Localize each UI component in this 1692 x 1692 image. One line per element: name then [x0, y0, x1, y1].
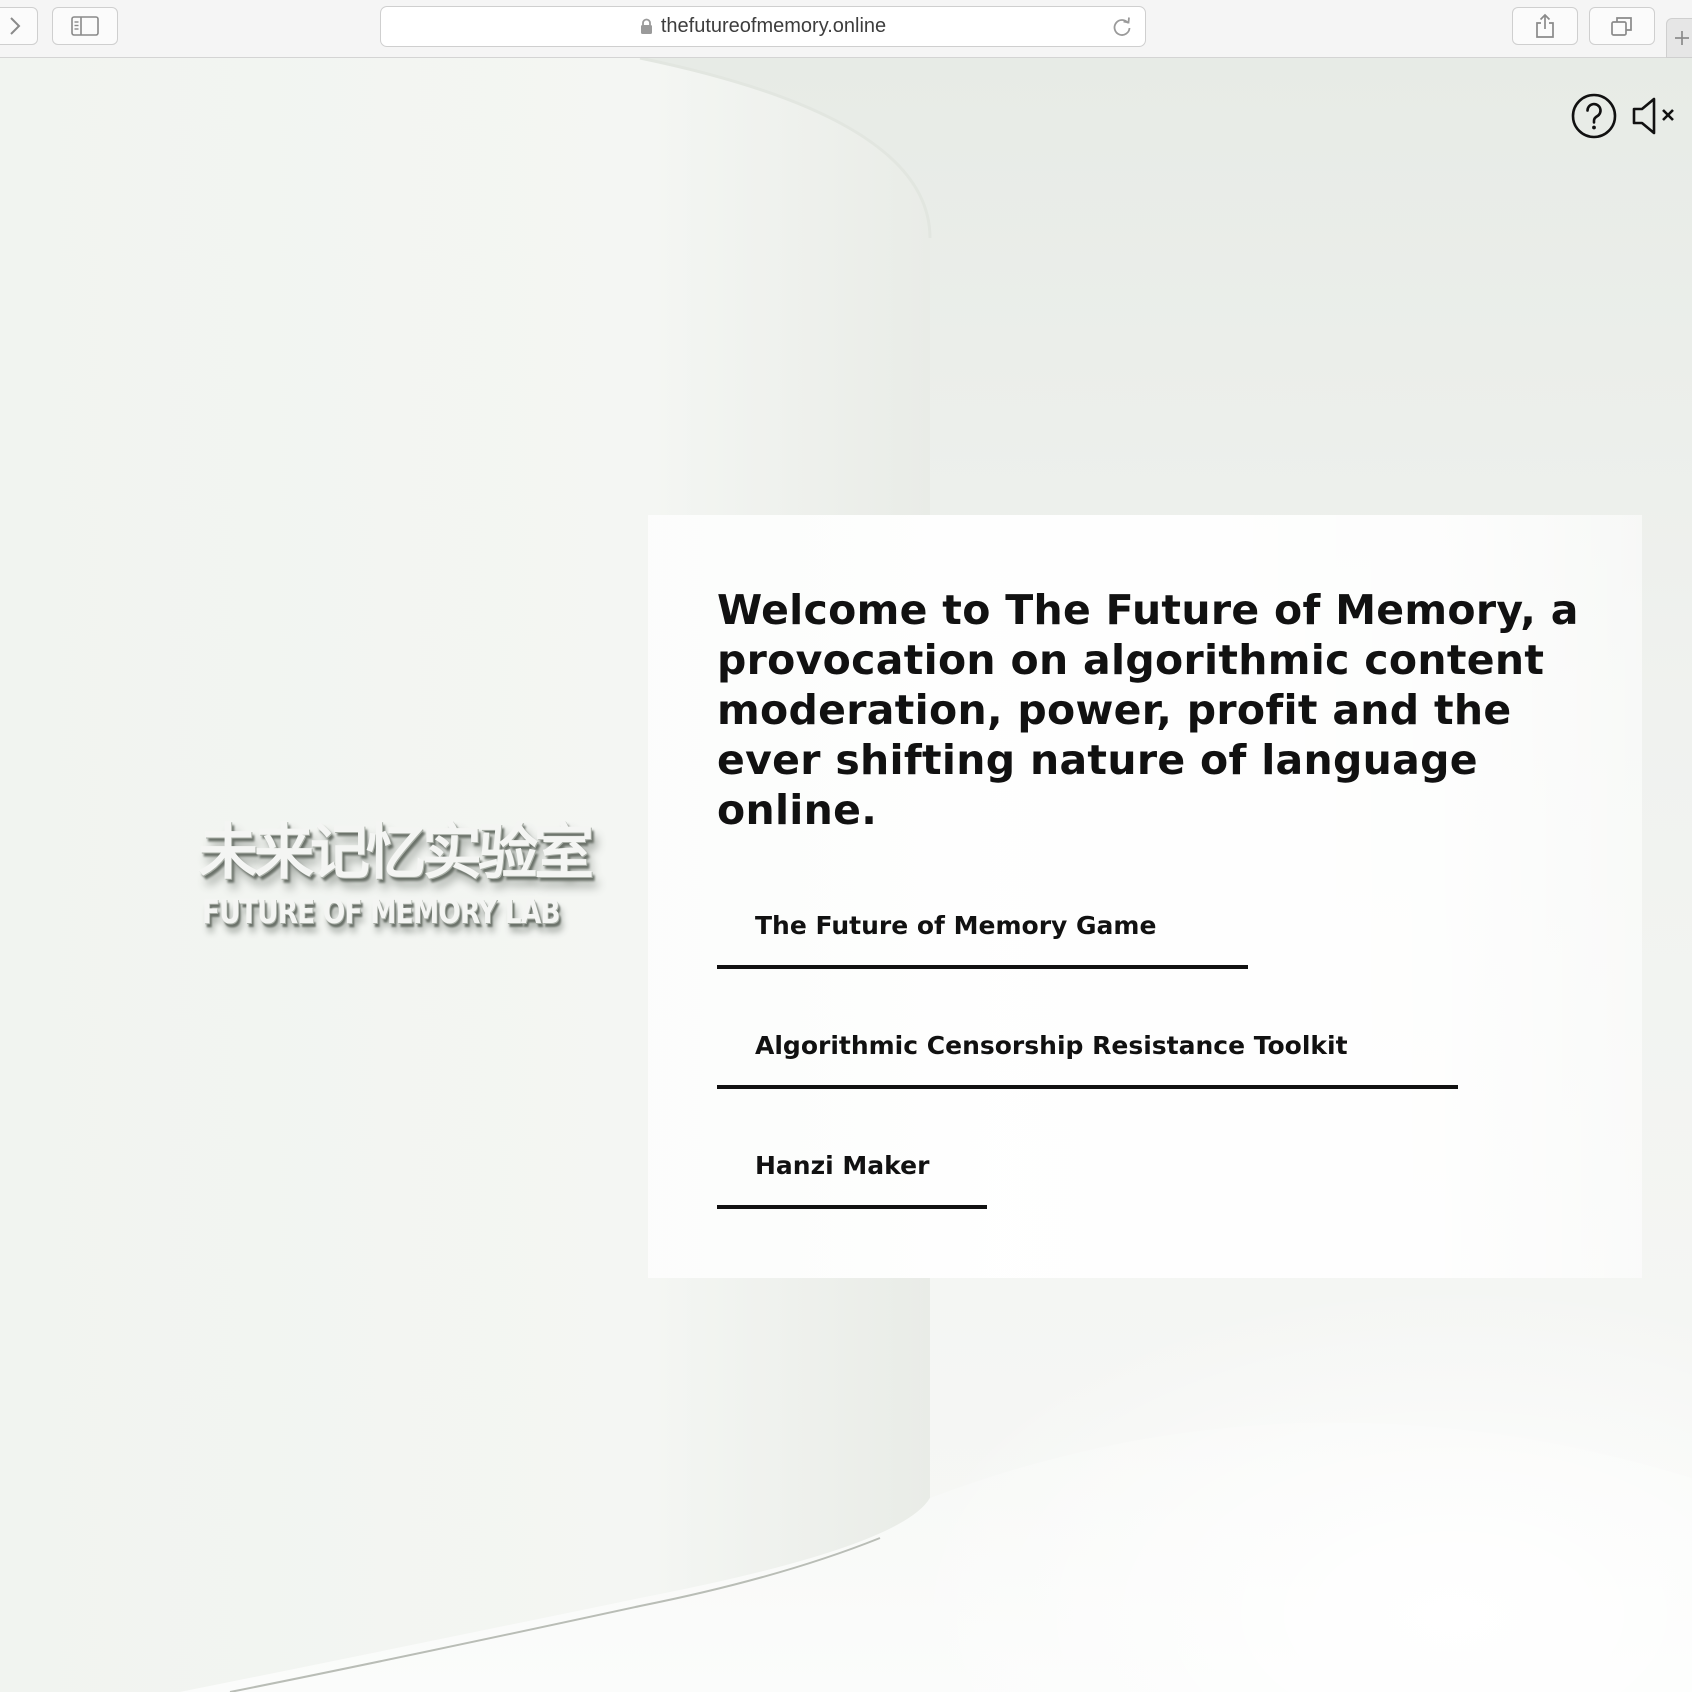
- logo-english-text: FUTURE OF MEMORY LAB: [202, 892, 561, 931]
- browser-toolbar: thefutureofmemory.online: [0, 0, 1692, 58]
- mute-button[interactable]: [1630, 94, 1680, 138]
- share-button[interactable]: [1512, 7, 1578, 45]
- url-text: thefutureofmemory.online: [660, 15, 887, 37]
- sidebar-icon: [71, 16, 99, 36]
- censorship-resistance-toolkit-link[interactable]: Algorithmic Censorship Resistance Toolki…: [717, 1003, 1458, 1089]
- new-tab-button[interactable]: [1666, 18, 1692, 58]
- lock-icon: [640, 18, 653, 35]
- hanzi-maker-link[interactable]: Hanzi Maker: [717, 1123, 987, 1209]
- floor-highlight: [880, 1278, 1692, 1692]
- sidebar-toggle-button[interactable]: [52, 7, 118, 45]
- welcome-heading: Welcome to The Future of Memory, a provo…: [717, 586, 1579, 834]
- plus-icon: [1675, 31, 1689, 45]
- address-bar[interactable]: thefutureofmemory.online: [380, 6, 1146, 47]
- chevron-right-icon: [10, 17, 21, 35]
- forward-button[interactable]: [0, 7, 38, 45]
- future-of-memory-game-link[interactable]: The Future of Memory Game: [717, 883, 1248, 969]
- tab-overview-button[interactable]: [1589, 7, 1655, 45]
- speaker-muted-icon: [1632, 97, 1674, 135]
- tabs-overview-icon: [1611, 17, 1632, 36]
- logo-chinese-text: 未来记忆实验室: [198, 818, 594, 888]
- reload-button[interactable]: [1111, 16, 1133, 43]
- question-circle-icon: [1571, 93, 1617, 139]
- reload-icon: [1113, 17, 1131, 36]
- share-icon: [1536, 13, 1554, 38]
- wall-logo: 未来记忆实验室 FUTURE OF MEMORY LAB: [198, 804, 594, 954]
- help-button[interactable]: [1570, 92, 1618, 140]
